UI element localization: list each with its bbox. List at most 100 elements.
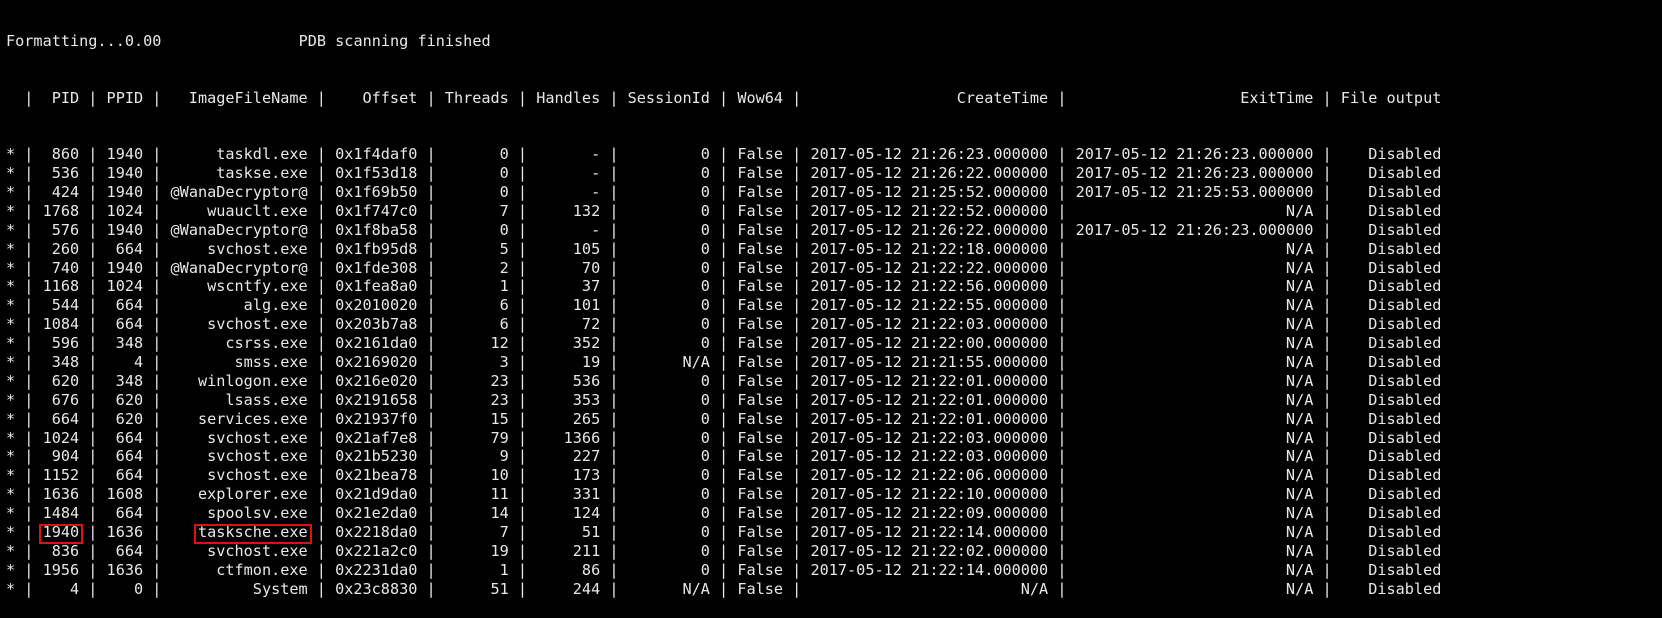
column-separator: | [24, 239, 34, 258]
column-separator: | [792, 428, 802, 447]
image-file-name-cell: @WanaDecryptor@ [170, 183, 308, 201]
marker-cell: * [6, 504, 16, 523]
column-separator: | [792, 466, 802, 485]
pid-cell: 536 [51, 164, 80, 183]
offset-cell: 0x203b7a8 [335, 315, 418, 334]
ppid-cell: 1636 [106, 560, 144, 579]
column-separator: | [24, 390, 34, 409]
column-separator: | [1057, 560, 1067, 579]
handles-cell: - [591, 220, 601, 239]
file-output-cell: Disabled [1368, 560, 1442, 579]
column-separator: | [88, 88, 98, 107]
column-separator: | [1057, 315, 1067, 334]
threads-cell: 10 [490, 466, 509, 485]
file-output-cell: Disabled [1368, 239, 1442, 258]
progress-text: Formatting...0.00 [6, 31, 162, 50]
table-header-row: | PID | PPID | ImageFileName | Offset | Threads | H… [6, 89, 1441, 108]
column-separator: | [792, 560, 802, 579]
pid-cell: 1168 [42, 277, 80, 296]
terminal-output: Formatting...0.00 PDB scanning finished |… [6, 0, 1441, 618]
wow64-cell: False [737, 183, 784, 201]
column-separator: | [316, 523, 326, 542]
column-separator: | [316, 277, 326, 296]
process-table-body: * | 860 | 1940 | taskdl.exe | 0x1f4daf0 | 0 | - | 0 | Fa… [6, 145, 1441, 598]
column-separator: | [719, 523, 729, 542]
column-separator: | [609, 315, 619, 334]
file-output-cell: Disabled [1368, 183, 1442, 201]
marker-cell: * [6, 428, 16, 447]
wow64-cell: False [737, 334, 784, 353]
pid-cell: 1956 [42, 560, 80, 579]
column-separator: | [152, 504, 162, 523]
column-separator: | [792, 183, 802, 201]
marker-cell: * [6, 220, 16, 239]
ppid-cell: 1940 [106, 258, 144, 277]
column-separator: | [426, 145, 436, 164]
column-separator: | [719, 409, 729, 428]
session-id-cell: 0 [700, 371, 710, 390]
column-separator: | [719, 220, 729, 239]
column-separator: | [1322, 164, 1332, 183]
column-separator: | [609, 485, 619, 504]
column-separator: | [88, 447, 98, 466]
column-separator: | [88, 353, 98, 372]
image-file-name-cell: System [252, 579, 308, 598]
threads-cell: 2 [499, 258, 509, 277]
column-separator: | [88, 201, 98, 220]
marker-cell: * [6, 277, 16, 296]
column-separator: | [719, 371, 729, 390]
create-time-cell: 2017-05-12 21:22:02.000000 [810, 541, 1049, 560]
column-separator: | [426, 315, 436, 334]
threads-cell: 19 [490, 541, 509, 560]
column-separator: | [1322, 353, 1332, 372]
wow64-cell: False [737, 239, 784, 258]
session-id-cell: 0 [700, 258, 710, 277]
column-separator: | [719, 390, 729, 409]
column-separator: | [1322, 277, 1332, 296]
column-separator: | [24, 145, 34, 164]
header-pid: PID [51, 88, 80, 107]
session-id-cell: 0 [700, 466, 710, 485]
session-id-cell: 0 [700, 428, 710, 447]
offset-cell: 0x2169020 [335, 353, 418, 372]
column-separator: | [1322, 145, 1332, 164]
column-separator: | [609, 447, 619, 466]
marker-cell: * [6, 560, 16, 579]
handles-cell: - [591, 183, 601, 201]
ppid-cell: 1940 [106, 220, 144, 239]
column-separator: | [426, 164, 436, 183]
column-separator: | [316, 579, 326, 598]
image-file-name-cell: services.exe [197, 409, 308, 428]
ppid-cell: 1940 [106, 145, 144, 164]
column-separator: | [316, 371, 326, 390]
header-file-output: File output [1340, 88, 1442, 107]
column-separator: | [426, 390, 436, 409]
column-separator: | [24, 277, 34, 296]
wow64-cell: False [737, 220, 784, 239]
create-time-cell: 2017-05-12 21:22:09.000000 [810, 504, 1049, 523]
column-separator: | [152, 201, 162, 220]
session-id-cell: 0 [700, 277, 710, 296]
column-separator: | [1322, 371, 1332, 390]
wow64-cell: False [737, 579, 784, 598]
wow64-cell: False [737, 277, 784, 296]
offset-cell: 0x2218da0 [335, 523, 418, 542]
column-separator: | [792, 371, 802, 390]
threads-cell: 0 [499, 145, 509, 164]
threads-cell: 0 [499, 164, 509, 183]
handles-cell: 70 [581, 258, 601, 277]
ppid-cell: 664 [115, 447, 144, 466]
table-row: * | 260 | 664 | svchost.exe | 0x1fb95d8 | 5 | 105 | 0 |… [6, 240, 1441, 259]
column-separator: | [517, 277, 528, 296]
marker-cell: * [6, 353, 16, 372]
threads-cell: 12 [490, 334, 509, 353]
column-separator: | [792, 145, 802, 164]
status-message: PDB scanning finished [298, 31, 491, 50]
column-separator: | [609, 541, 619, 560]
column-separator: | [88, 145, 98, 164]
wow64-cell: False [737, 504, 784, 523]
column-separator: | [517, 541, 528, 560]
column-separator: | [316, 258, 326, 277]
column-separator: | [792, 409, 802, 428]
column-separator: | [24, 504, 34, 523]
